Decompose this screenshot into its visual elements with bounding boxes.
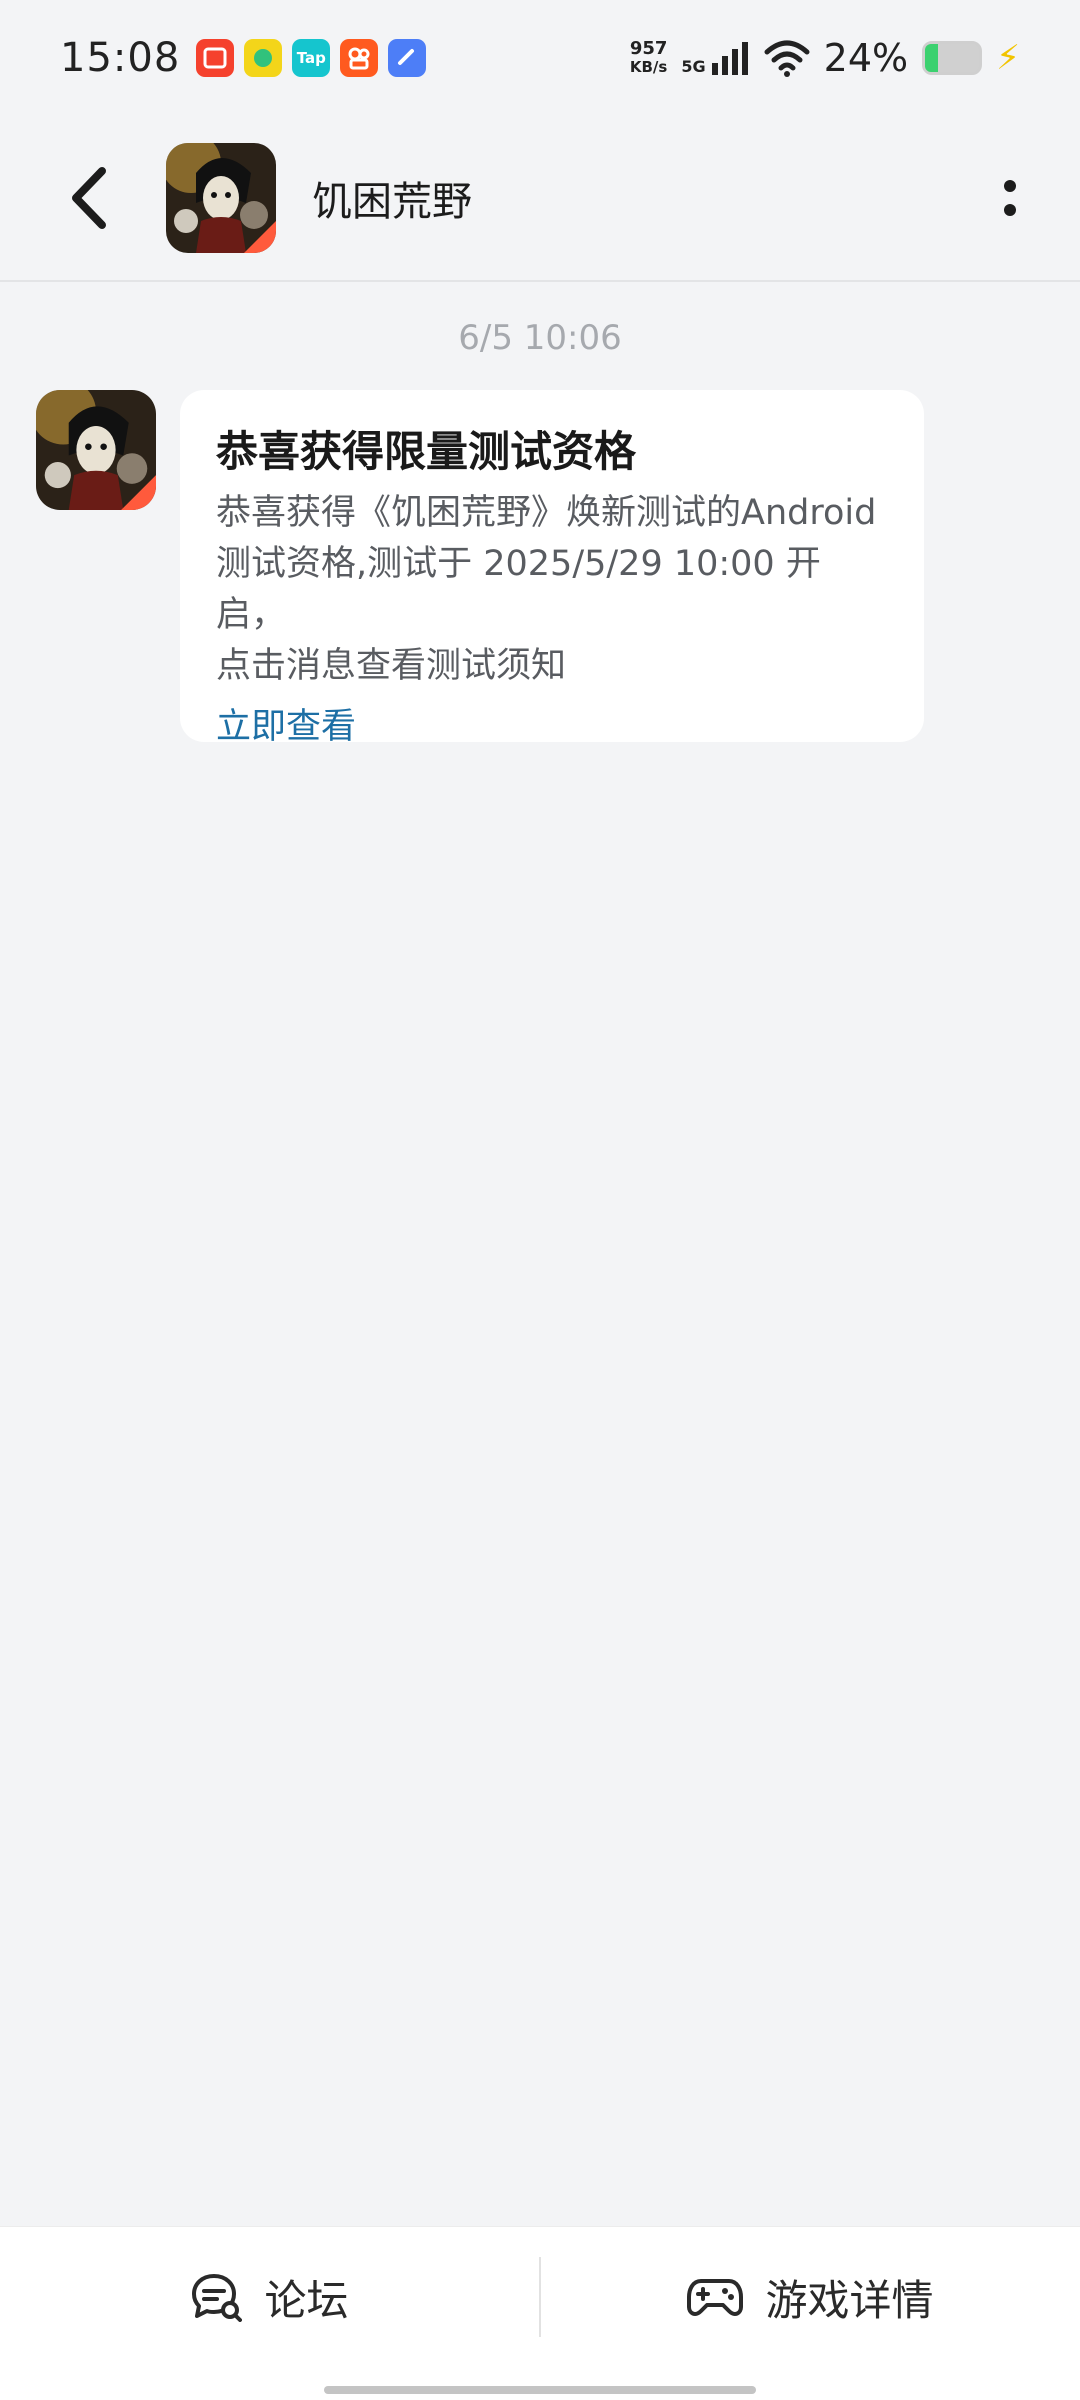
signal-bars-icon	[711, 42, 748, 75]
more-dot	[1004, 180, 1016, 192]
chat-bubble-icon	[192, 2274, 243, 2322]
sender-avatar[interactable]	[36, 390, 156, 510]
battery-percent: 24%	[823, 36, 909, 80]
game-avatar[interactable]	[166, 143, 276, 253]
gamepad-icon	[687, 2279, 744, 2316]
message-body: 恭喜获得《饥困荒野》焕新测试的Android 测试资格,测试于 2025/5/2…	[216, 488, 888, 692]
message-body-line: 测试资格,测试于 2025/5/29 10:00 开启，	[216, 544, 821, 635]
message-card[interactable]: 恭喜获得限量测试资格 恭喜获得《饥困荒野》焕新测试的Android 测试资格,测…	[180, 390, 924, 747]
back-button[interactable]	[40, 148, 140, 248]
cellular-signal: 5G	[681, 41, 749, 75]
network-type: 5G	[681, 57, 706, 76]
net-speed: 957 KB/s	[629, 38, 668, 77]
view-now-link[interactable]: 立即查看	[216, 702, 356, 752]
notification-icons: Tap	[196, 39, 427, 77]
game-details-label: 游戏详情	[765, 2275, 934, 2325]
status-bar: 15:08 Tap 957 KB/s 5G 24% ⚡	[0, 0, 1080, 116]
message-body-line: 恭喜获得《饥困荒野》焕新测试的Android	[216, 493, 877, 533]
wifi-icon	[764, 40, 810, 77]
game-details-button[interactable]: 游戏详情	[541, 2227, 1080, 2367]
more-options-button[interactable]	[980, 148, 1040, 248]
chevron-left-icon	[72, 167, 106, 229]
game-icon	[36, 390, 156, 510]
status-indicators: 957 KB/s 5G 24% ⚡	[630, 36, 1020, 80]
net-speed-value: 957	[629, 38, 668, 59]
message-timestamp: 6/5 10:06	[458, 318, 622, 358]
chat-header: 饥困荒野	[0, 116, 1080, 282]
app-icon	[388, 39, 427, 77]
taptap-icon: Tap	[292, 39, 331, 77]
forum-button[interactable]: 论坛	[0, 2227, 539, 2367]
taptap-label: Tap	[296, 49, 326, 67]
battery-icon	[922, 41, 983, 75]
qq-music-icon	[244, 39, 283, 77]
message-title: 恭喜获得限量测试资格	[216, 427, 637, 476]
forum-label: 论坛	[264, 2275, 349, 2325]
home-indicator[interactable]	[324, 2386, 756, 2394]
net-speed-unit: KB/s	[629, 58, 668, 76]
game-icon	[166, 143, 276, 253]
kuaishou-icon	[340, 39, 379, 77]
charging-icon: ⚡	[996, 38, 1020, 78]
status-time: 15:08	[60, 35, 181, 81]
more-dot	[1004, 204, 1016, 216]
game-title: 饥困荒野	[312, 179, 472, 225]
message-body-line: 点击消息查看测试须知	[216, 646, 567, 686]
bottom-bar: 论坛 游戏详情	[0, 2226, 1080, 2400]
taobao-icon	[196, 39, 235, 77]
battery-level	[925, 44, 939, 72]
